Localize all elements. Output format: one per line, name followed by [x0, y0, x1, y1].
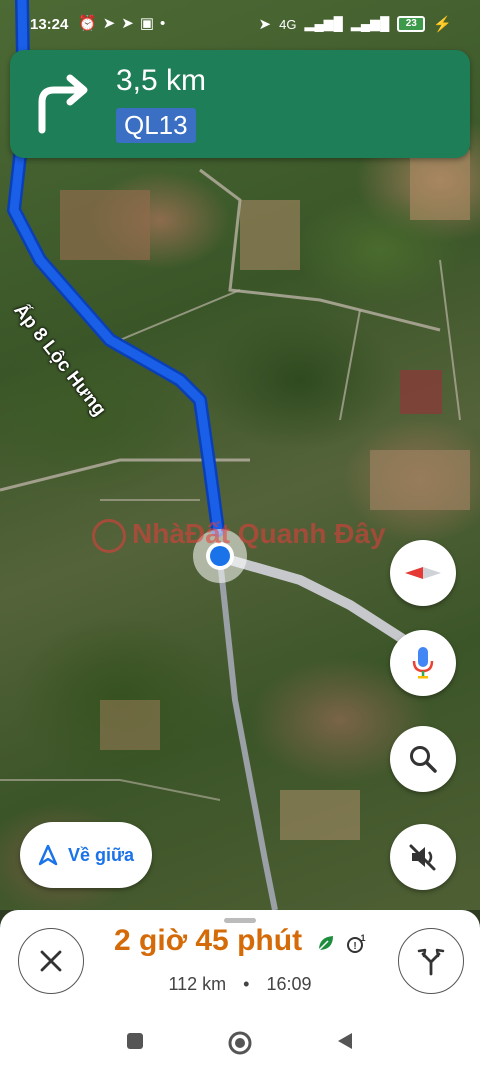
volume-mute-icon — [409, 844, 436, 871]
search-icon — [410, 746, 437, 773]
telegram-icon: ➤ — [121, 15, 140, 32]
turn-distance: 3,5 km — [116, 64, 207, 97]
field-patch — [410, 150, 470, 220]
signal-icon: ▂▄▆█ — [304, 16, 343, 31]
eta-minutes-unit: phút — [237, 924, 303, 957]
notification-icons: ⏰➤➤▣• — [78, 14, 171, 32]
svg-text:1: 1 — [360, 933, 365, 943]
compass-button[interactable] — [390, 540, 456, 606]
turn-right-icon — [38, 74, 88, 134]
road-name-badge: QL13 — [116, 108, 196, 143]
eta-minutes: 45 — [195, 924, 229, 957]
field-patch — [280, 790, 360, 840]
eco-leaf-icon — [318, 936, 333, 951]
back-button[interactable] — [334, 1030, 356, 1052]
battery-icon: 23 — [397, 16, 426, 32]
watermark-text: NhàĐất Quanh Đây — [132, 518, 386, 549]
home-button[interactable] — [227, 1030, 253, 1056]
mute-button[interactable] — [390, 824, 456, 890]
trip-distance: 112 km — [168, 974, 227, 994]
trip-separator: • — [243, 974, 250, 994]
eta-hours-unit: giờ — [139, 924, 188, 957]
network-type: 4G — [279, 16, 297, 32]
eta-hours: 2 — [114, 924, 131, 957]
status-time: 13:24 — [30, 16, 69, 33]
eta-duration: 2 giờ 45 phút — [114, 924, 302, 958]
telegram-icon: ➤ — [102, 15, 122, 32]
minor-road — [439, 259, 461, 421]
watermark: NhàĐất Quanh Đây — [92, 518, 386, 553]
alarm-icon: ⏰ — [78, 15, 103, 32]
watermark-logo-icon — [92, 518, 126, 553]
arrival-time: 16:09 — [266, 974, 312, 994]
recenter-label: Về giữa — [67, 844, 135, 865]
signal-icon-2: ▂▄▆█ — [350, 16, 390, 31]
minor-road — [339, 309, 361, 421]
close-icon — [40, 950, 62, 972]
alternate-routes-button[interactable] — [398, 928, 464, 994]
navigation-arrow-icon — [38, 844, 58, 866]
status-bar: 13:24 ⏰➤➤▣• ➤ 4G ▂▄▆█ ▂▄▆█ 23 ⚡ — [0, 0, 480, 48]
trip-summary-sheet[interactable]: 2 giờ 45 phút ! 1 112 km • 16:09 — [0, 910, 480, 1016]
field-patch — [100, 700, 160, 750]
minor-road — [0, 779, 221, 801]
more-dot-icon: • — [160, 15, 172, 32]
status-right: ➤ 4G ▂▄▆█ ▂▄▆█ 23 ⚡ — [259, 15, 452, 33]
minor-road — [119, 289, 241, 341]
location-arrow-icon: ➤ — [258, 16, 272, 33]
recenter-button[interactable]: Về giữa — [20, 822, 152, 888]
field-patch — [400, 370, 442, 414]
road-ahead — [217, 559, 278, 910]
app-icon: ▣ — [139, 15, 161, 32]
compass-icon — [405, 567, 441, 579]
voice-search-button[interactable] — [390, 630, 456, 696]
svg-text:!: ! — [353, 941, 356, 952]
minor-road — [199, 168, 441, 332]
route-fork-icon — [417, 948, 445, 976]
recent-apps-button[interactable] — [124, 1030, 146, 1052]
field-patch — [240, 200, 300, 270]
field-patch — [60, 190, 150, 260]
sheet-handle[interactable] — [224, 918, 256, 923]
navigation-instruction-card[interactable]: 3,5 km QL13 — [10, 50, 470, 158]
charging-icon: ⚡ — [433, 16, 452, 33]
microphone-icon — [412, 647, 434, 679]
incident-report-icon: ! 1 — [347, 933, 366, 953]
search-button[interactable] — [390, 726, 456, 792]
system-navigation-bar — [0, 1016, 480, 1066]
field-patch — [370, 450, 470, 510]
